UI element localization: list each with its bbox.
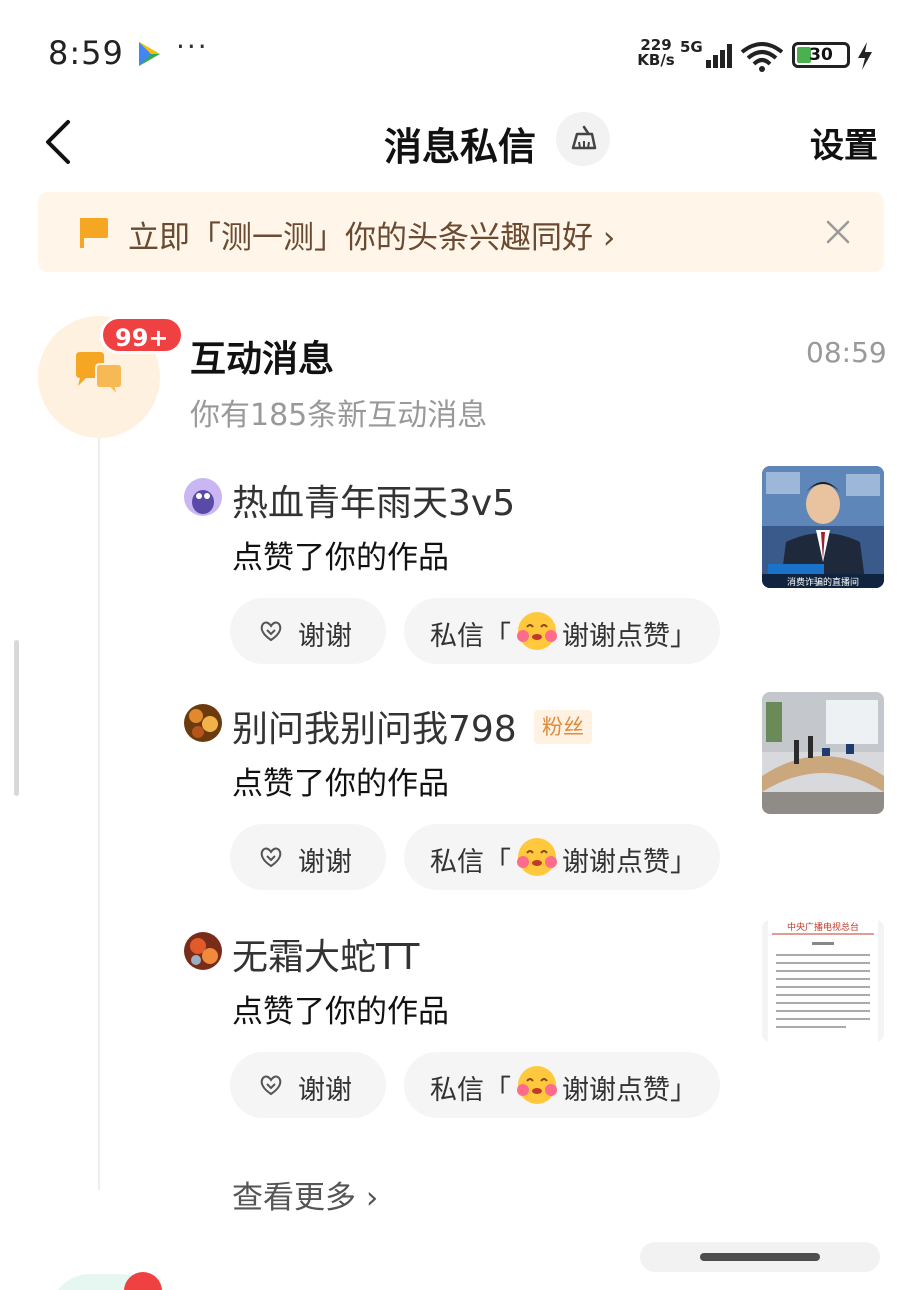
blush-emoji-icon (517, 1066, 557, 1104)
back-arrow-icon[interactable] (36, 112, 86, 172)
page-title: 消息私信 (384, 125, 537, 169)
settings-button[interactable]: 设置 (810, 118, 878, 167)
heart-hands-icon (260, 621, 282, 642)
pm-label: 私信「 (430, 847, 511, 878)
more-dots-icon: ··· (176, 30, 209, 63)
flag-icon (80, 218, 108, 248)
document-header: 中央广播电视总台 (787, 921, 859, 933)
action-text: 点赞了你的作品 (232, 766, 449, 802)
heart-hands-icon (260, 847, 282, 868)
avatar[interactable] (184, 932, 222, 970)
thanks-button[interactable]: 谢谢 (230, 598, 386, 664)
see-more-link[interactable]: 查看更多 › (232, 1172, 378, 1217)
pm-label: 私信「 (430, 621, 511, 652)
post-thumbnail[interactable] (762, 692, 884, 814)
action-text: 点赞了你的作品 (232, 540, 449, 576)
charging-icon (858, 42, 872, 70)
interaction-title[interactable]: 互动消息 (190, 330, 334, 382)
pm-quote: 谢谢点赞」 (562, 621, 697, 652)
fan-badge: 粉丝 (534, 710, 592, 744)
list-item[interactable]: 无霜大蛇TT 点赞了你的作品 谢谢 私信「 谢谢点赞」 中央广播电视总台 (0, 920, 922, 1140)
blush-emoji-icon (517, 838, 557, 876)
post-thumbnail[interactable]: 消费诈骗的直播间 (762, 466, 884, 588)
network-speed-unit: KB/s (637, 51, 675, 69)
interaction-subtitle[interactable]: 你有185条新互动消息 (190, 390, 487, 434)
interaction-time: 08:59 (806, 336, 887, 369)
pm-label: 私信「 (430, 1075, 511, 1106)
pm-quote: 谢谢点赞」 (562, 1075, 697, 1106)
status-bar: 8:59 ··· 229 KB/s 5G 30 (0, 0, 922, 100)
blush-emoji-icon (517, 612, 557, 650)
battery-level: 30 (809, 45, 833, 65)
username[interactable]: 无霜大蛇TT (232, 928, 419, 980)
thanks-button[interactable]: 谢谢 (230, 824, 386, 890)
list-item[interactable]: 别问我别问我798 粉丝 点赞了你的作品 谢谢 私信「 谢谢点赞」 (0, 692, 922, 912)
close-icon[interactable] (824, 218, 852, 246)
battery-icon: 30 (792, 42, 850, 68)
list-item[interactable]: 热血青年雨天3v5 点赞了你的作品 谢谢 私信「 谢谢点赞」 消费诈骗的直播间 (0, 466, 922, 686)
nav-header: 消息私信 设置 (0, 100, 922, 184)
private-message-thanks-button[interactable]: 私信「 谢谢点赞」 (404, 824, 720, 890)
network-speed: 229 KB/s (634, 38, 678, 68)
play-icon (139, 42, 160, 66)
username[interactable]: 别问我别问我798 (232, 700, 517, 752)
broom-icon (571, 125, 597, 150)
pm-quote: 谢谢点赞」 (562, 847, 697, 878)
clear-unread-button[interactable] (556, 112, 610, 166)
heart-hands-icon (260, 1075, 282, 1096)
status-time: 8:59 (48, 34, 124, 72)
banner-text[interactable]: 立即「测一测」你的头条兴趣同好 › (128, 212, 615, 257)
avatar[interactable] (184, 478, 222, 516)
thanks-label: 谢谢 (298, 847, 352, 878)
thanks-label: 谢谢 (298, 621, 352, 652)
interest-test-banner[interactable]: 立即「测一测」你的头条兴趣同好 › (38, 192, 884, 272)
wifi-icon (740, 42, 784, 72)
thanks-label: 谢谢 (298, 1075, 352, 1106)
home-indicator[interactable] (700, 1253, 820, 1261)
post-thumbnail[interactable]: 中央广播电视总台 (762, 920, 884, 1042)
action-text: 点赞了你的作品 (232, 994, 449, 1030)
avatar[interactable] (184, 704, 222, 742)
username[interactable]: 热血青年雨天3v5 (232, 474, 515, 526)
unread-count-badge: 99+ (100, 316, 184, 354)
private-message-thanks-button[interactable]: 私信「 谢谢点赞」 (404, 1052, 720, 1118)
thanks-button[interactable]: 谢谢 (230, 1052, 386, 1118)
gesture-bar[interactable] (640, 1242, 880, 1272)
private-message-thanks-button[interactable]: 私信「 谢谢点赞」 (404, 598, 720, 664)
chat-bubbles-icon (76, 352, 123, 400)
signal-icon (706, 44, 732, 68)
thumbnail-caption: 消费诈骗的直播间 (787, 576, 859, 588)
